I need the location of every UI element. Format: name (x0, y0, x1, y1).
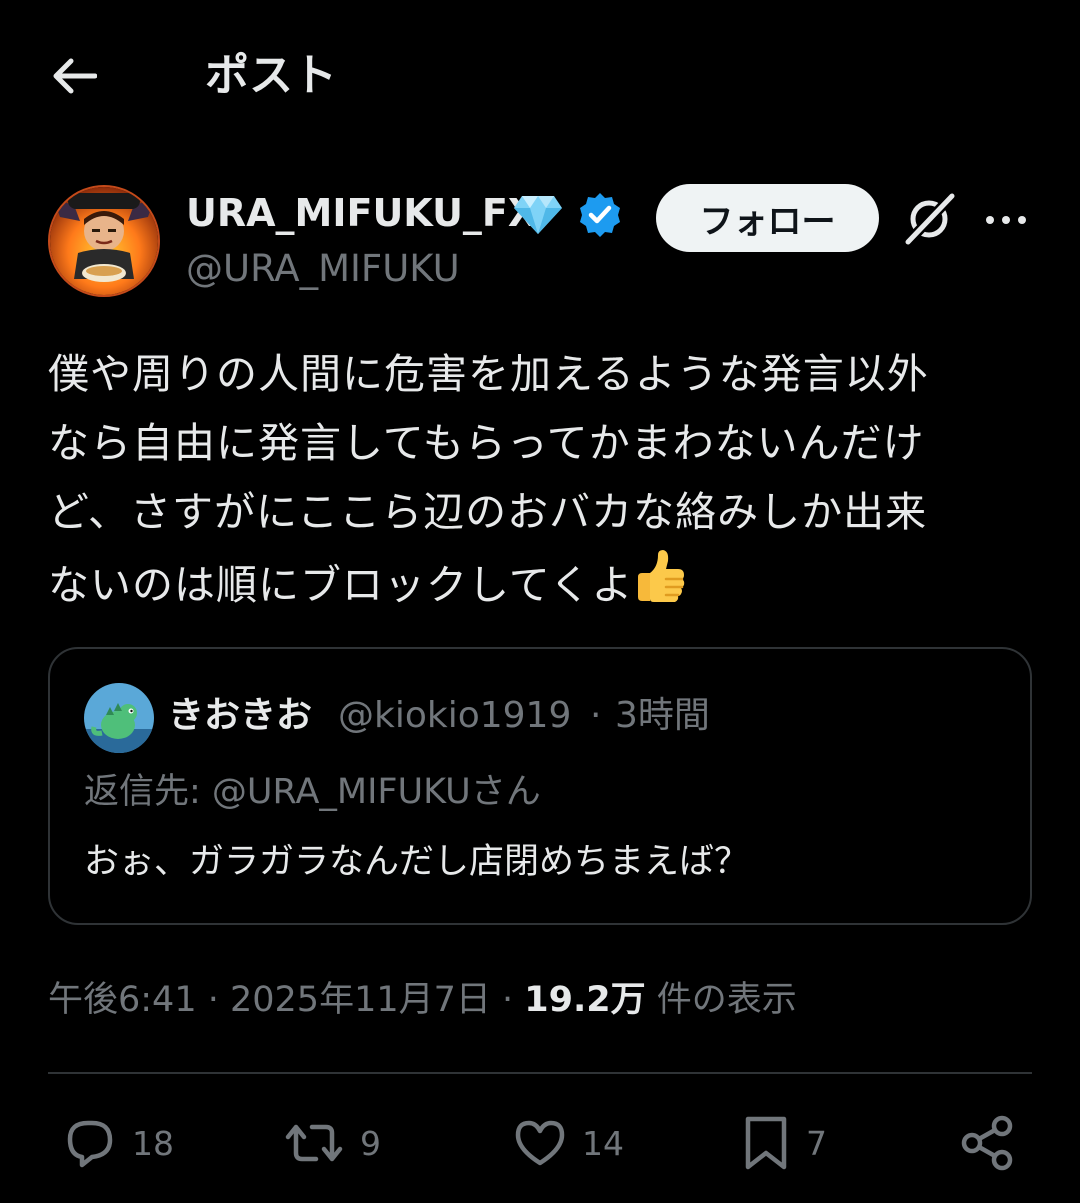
grok-icon (905, 193, 955, 245)
reply-icon (67, 1120, 113, 1168)
back-button[interactable] (42, 46, 106, 106)
views-count: 19.2万 (524, 980, 646, 1020)
thumbs-up-emoji-icon (634, 547, 686, 605)
repost-count: 9 (360, 1123, 381, 1163)
quoted-author-avatar[interactable] (84, 683, 154, 753)
quoted-timestamp[interactable]: 3時間 (615, 690, 710, 742)
repost-button[interactable]: 9 (282, 1110, 381, 1176)
post-time[interactable]: 午後6:41 (48, 980, 197, 1020)
more-button[interactable] (982, 196, 1030, 244)
more-icon (986, 216, 1026, 224)
page-title: ポスト (205, 50, 337, 101)
bookmark-count: 7 (806, 1123, 827, 1163)
arrow-left-icon (53, 58, 97, 94)
quoted-author-name[interactable]: きおきお (168, 690, 312, 742)
share-button[interactable] (958, 1110, 1016, 1176)
bookmark-button[interactable]: 7 (740, 1110, 827, 1176)
quoted-post-text: おぉ、ガラガラなんだし店閉めちまえば？ (84, 842, 750, 882)
bookmark-icon (745, 1116, 787, 1170)
follow-button[interactable]: フォロー (656, 184, 879, 252)
reply-to-handle[interactable]: @URA_MIFUKU (212, 772, 471, 812)
author-handle[interactable]: @URA_MIFUKU (186, 244, 460, 294)
reply-button[interactable]: 18 (62, 1110, 174, 1176)
heart-icon (515, 1120, 565, 1166)
like-button[interactable]: 14 (512, 1110, 624, 1176)
reply-count: 18 (132, 1123, 174, 1163)
grok-button[interactable] (900, 190, 958, 248)
post-meta: 午後6:41 · 2025年11月7日 · 19.2万 件の表示 (48, 980, 797, 1020)
quoted-separator: · (590, 695, 602, 736)
like-count: 14 (582, 1123, 624, 1163)
repost-icon (285, 1124, 343, 1162)
reply-to-suffix: さん (470, 772, 541, 812)
share-icon (961, 1115, 1013, 1171)
author-avatar[interactable] (48, 185, 160, 297)
author-name[interactable]: URA_MIFUKU_FX (186, 188, 537, 238)
post-date[interactable]: 2025年11月7日 (230, 980, 491, 1020)
reply-to-prefix: 返信先: (84, 772, 212, 812)
verified-badge-icon (576, 191, 624, 239)
post-text-body: 僕や周りの人間に危害を加えるような発言以外 なら自由に発言してもらってかまわない… (48, 350, 929, 609)
divider (48, 1072, 1032, 1074)
quoted-reply-to: 返信先: @URA_MIFUKUさん (84, 766, 541, 818)
diamond-icon (512, 192, 564, 236)
post-text: 僕や周りの人間に危害を加えるような発言以外 なら自由に発言してもらってかまわない… (48, 340, 1028, 620)
quoted-author-handle[interactable]: @kiokio1919 (338, 690, 571, 742)
views-label: 件の表示 (656, 980, 797, 1020)
